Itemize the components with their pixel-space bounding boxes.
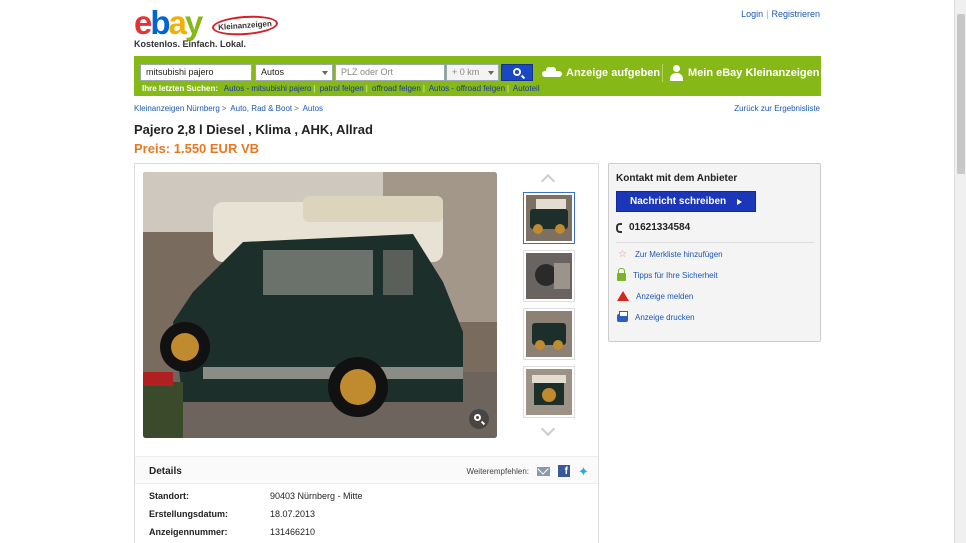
back-to-results-link[interactable]: Zurück zur Ergebnisliste xyxy=(734,104,820,113)
tagline: Kostenlos. Einfach. Lokal. xyxy=(134,39,247,49)
my-account-button[interactable]: Mein eBay Kleinanzeigen xyxy=(669,65,819,81)
car-icon xyxy=(542,67,562,79)
arrow-right-icon xyxy=(737,199,742,205)
details-value: 131466210 xyxy=(270,527,316,537)
listing-price: Preis: 1.550 EUR VB xyxy=(134,141,260,156)
breadcrumb: Kleinanzeigen Nürnberg > Auto, Rad & Boot… xyxy=(134,104,324,113)
safety-tips-link[interactable]: Tipps für Ihre Sicherheit xyxy=(617,268,718,281)
divider xyxy=(662,64,663,82)
chevron-down-icon xyxy=(322,71,328,75)
add-to-watchlist-link[interactable]: ☆ Zur Merkliste hinzufügen xyxy=(617,249,723,260)
listing-title: Pajero 2,8 l Diesel , Klima , AHK, Allra… xyxy=(134,122,373,137)
write-message-button[interactable]: Nachricht schreiben xyxy=(616,191,756,212)
ebay-kleinanzeigen-logo[interactable]: ebay Kleinanzeigen xyxy=(134,6,284,40)
recent-search-link[interactable]: patrol felgen xyxy=(320,84,364,93)
register-link[interactable]: Registrieren xyxy=(771,9,820,19)
details-table: Standort: 90403 Nürnberg - Mitte Erstellu… xyxy=(149,491,363,543)
details-value: 90403 Nürnberg - Mitte xyxy=(270,491,363,501)
category-select[interactable]: Autos xyxy=(255,64,333,81)
login-link[interactable]: Login xyxy=(741,9,763,19)
listing-card: Details Weiterempfehlen: f ✦ Standort: 90… xyxy=(134,163,599,543)
action-label: Anzeige drucken xyxy=(635,312,695,322)
recent-search-link[interactable]: Autos - mitsubishi pajero xyxy=(224,84,312,93)
thumbnail-1[interactable] xyxy=(523,192,575,244)
zoom-icon xyxy=(474,414,481,421)
thumbnail-strip xyxy=(523,173,575,437)
recent-search-link[interactable]: Autos - offroad felgen xyxy=(429,84,505,93)
search-bar: mitsubishi pajero Autos PLZ oder Ort + 0… xyxy=(134,56,821,96)
report-ad-link[interactable]: Anzeige melden xyxy=(617,291,693,301)
write-message-label: Nachricht schreiben xyxy=(630,196,727,207)
recent-search-link[interactable]: offroad felgen xyxy=(372,84,421,93)
radius-value: + 0 km xyxy=(452,67,480,77)
details-key: Standort: xyxy=(149,491,189,501)
post-ad-label: Anzeige aufgeben xyxy=(566,67,661,79)
recent-searches-label: Ihre letzten Suchen: xyxy=(142,84,219,93)
print-ad-link[interactable]: Anzeige drucken xyxy=(617,311,695,322)
action-label: Anzeige melden xyxy=(636,291,694,301)
printer-icon xyxy=(617,311,628,322)
thumbnail-image xyxy=(526,195,572,241)
divider xyxy=(616,242,814,243)
search-input[interactable]: mitsubishi pajero xyxy=(140,64,252,81)
details-row: Standort: 90403 Nürnberg - Mitte xyxy=(149,491,363,509)
my-account-label: Mein eBay Kleinanzeigen xyxy=(688,67,820,79)
radius-select[interactable]: + 0 km xyxy=(446,64,499,81)
details-value: 18.07.2013 xyxy=(270,509,316,519)
thumbnail-image xyxy=(526,369,572,415)
phone-value: 01621334584 xyxy=(629,222,691,233)
recent-search-link[interactable]: Autoteil xyxy=(513,84,540,93)
zoom-button[interactable] xyxy=(469,409,489,429)
breadcrumb-item[interactable]: Autos xyxy=(303,104,323,113)
breadcrumb-item[interactable]: Auto, Rad & Boot xyxy=(230,104,292,113)
search-icon xyxy=(513,68,521,76)
page-scrollbar[interactable] xyxy=(954,0,966,543)
details-row: Anzeigennummer: 131466210 xyxy=(149,527,363,543)
recent-searches: Ihre letzten Suchen: Autos - mitsubishi … xyxy=(142,84,540,93)
contact-title: Kontakt mit dem Anbieter xyxy=(616,173,738,184)
scrollbar-thumb[interactable] xyxy=(957,14,965,174)
chevron-up-icon[interactable] xyxy=(540,173,556,189)
star-icon: ☆ xyxy=(618,249,627,260)
search-button[interactable] xyxy=(501,64,533,81)
share-bar: Weiterempfehlen: f ✦ xyxy=(466,465,592,478)
details-header: Details Weiterempfehlen: f ✦ xyxy=(135,456,598,484)
thumbnail-image xyxy=(526,311,572,357)
share-label: Weiterempfehlen: xyxy=(466,466,529,476)
thumbnail-2[interactable] xyxy=(523,250,575,302)
thumbnail-image xyxy=(526,253,572,299)
phone-number[interactable]: 01621334584 xyxy=(616,222,690,233)
details-row: Erstellungsdatum: 18.07.2013 xyxy=(149,509,363,527)
mail-icon[interactable] xyxy=(537,466,550,476)
category-value: Autos xyxy=(261,67,285,77)
action-label: Zur Merkliste hinzufügen xyxy=(635,250,723,259)
chevron-down-icon[interactable] xyxy=(540,421,556,437)
phone-icon xyxy=(616,222,622,233)
logo-badge: Kleinanzeigen xyxy=(211,13,279,38)
user-icon xyxy=(669,65,683,81)
warning-icon xyxy=(617,291,629,301)
main-photo[interactable] xyxy=(143,172,497,438)
vehicle-photo xyxy=(143,172,497,438)
chevron-down-icon xyxy=(488,71,494,75)
contact-box: Kontakt mit dem Anbieter Nachricht schre… xyxy=(608,163,821,342)
breadcrumb-item[interactable]: Kleinanzeigen Nürnberg xyxy=(134,104,220,113)
lock-icon xyxy=(617,268,626,281)
twitter-icon[interactable]: ✦ xyxy=(578,465,592,478)
account-links: Login | Registrieren xyxy=(741,9,820,19)
thumbnail-3[interactable] xyxy=(523,308,575,360)
details-key: Anzeigennummer: xyxy=(149,527,228,537)
action-label: Tipps für Ihre Sicherheit xyxy=(633,271,718,280)
location-input[interactable]: PLZ oder Ort xyxy=(335,64,445,81)
facebook-icon[interactable]: f xyxy=(558,465,570,477)
details-key: Erstellungsdatum: xyxy=(149,509,229,519)
post-ad-button[interactable]: Anzeige aufgeben xyxy=(542,65,660,81)
thumbnail-4[interactable] xyxy=(523,366,575,418)
details-heading: Details xyxy=(149,466,182,477)
logo-wordmark: ebay xyxy=(134,4,203,41)
